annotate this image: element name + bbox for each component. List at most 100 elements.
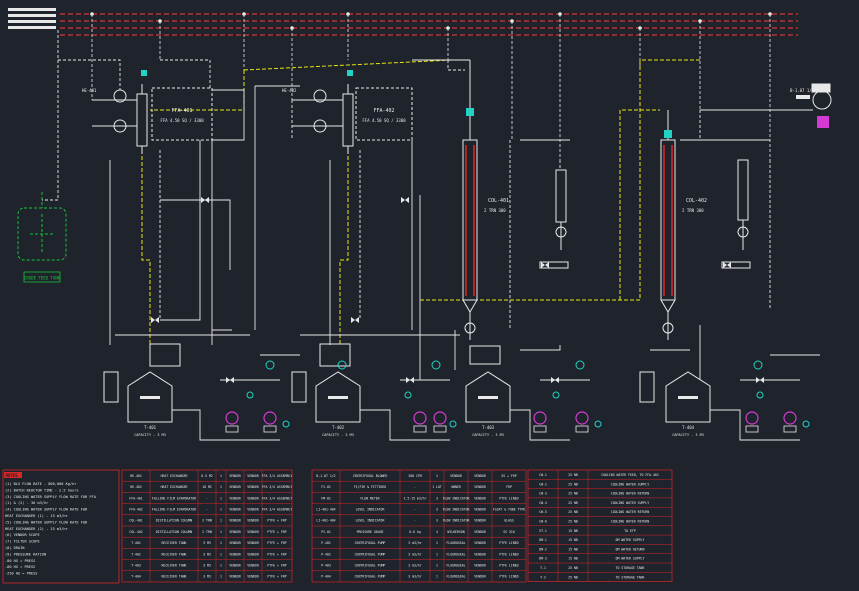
col-402-indicator bbox=[664, 130, 672, 138]
note-line: -250 HG = PRESS bbox=[5, 572, 37, 576]
table-cell: WILKERSON bbox=[447, 530, 464, 534]
ffa-402-indicator bbox=[347, 70, 353, 76]
table-cell: T-401 bbox=[131, 541, 141, 545]
table-cell: RECEIVER TANK bbox=[162, 552, 187, 556]
table-cell: 1 LOT bbox=[432, 485, 442, 489]
table-cell: P-402 bbox=[321, 552, 331, 556]
table-cell: VENDOR bbox=[474, 496, 486, 500]
pump-p-403 bbox=[533, 411, 589, 433]
he-401-label: HE-401 bbox=[82, 88, 97, 93]
table-cell: DM WATER SUPPLY bbox=[616, 538, 645, 542]
table-cell: VENDOR bbox=[474, 541, 486, 545]
table-cell: 3 M3 bbox=[203, 541, 211, 545]
table-cell: 1 bbox=[220, 485, 222, 489]
line-list-table: CW-1 25 NB COOLING WATER FEED, TO FFA-401 C… bbox=[527, 469, 673, 582]
table-cell: COOLING WATER RETURN bbox=[611, 492, 649, 496]
note-line: HEAT EXCHANGER (1) - 15 m3/hr bbox=[5, 514, 69, 518]
table-cell: 10 M2 bbox=[202, 485, 212, 489]
table-cell: 0-6 kg bbox=[409, 530, 421, 534]
table-cell: DISTILLATION COLUMN bbox=[156, 530, 193, 534]
table-cell: VENDOR bbox=[247, 564, 259, 568]
table-cell: 15 NB bbox=[568, 538, 578, 542]
he-402 bbox=[292, 89, 343, 133]
blower-tag: B-1.87 1/2 bbox=[790, 88, 815, 93]
table-cell: VENDOR bbox=[247, 552, 259, 556]
table-cell: CW-3 bbox=[539, 492, 547, 496]
table-cell: CENTRIFUGAL PUMP bbox=[355, 541, 386, 545]
pid-drawing: CRUDE FEED TANK FFA-401 FFA 4.50 SQ / 33… bbox=[2, 8, 832, 584]
col-402 bbox=[660, 110, 676, 340]
tank-t-401-plate bbox=[140, 396, 160, 399]
col-401-sublabel: 2 TRN 300 bbox=[484, 208, 506, 213]
table-cell: PRESSURE GAUGE bbox=[357, 530, 384, 534]
table-cell: FALLING FILM EVAPORATOR bbox=[152, 508, 196, 512]
table-cell: VENDOR bbox=[474, 508, 486, 512]
table-cell: 1 bbox=[436, 552, 438, 556]
table-cell: 3 m3/hr bbox=[408, 564, 422, 568]
table-cell: VENDOR bbox=[229, 552, 241, 556]
table-cell: FLOAT & TUBE TYPE bbox=[493, 508, 526, 512]
table-cell: P-404 bbox=[321, 575, 331, 579]
table-cell: LI-401-404 bbox=[316, 519, 335, 523]
table-cell: 1 bbox=[220, 564, 222, 568]
title-bars bbox=[8, 8, 56, 29]
table-cell: COL-401 bbox=[129, 519, 143, 523]
tank-t-404-label: T-404 bbox=[682, 425, 695, 430]
table-cell: COOLING WATER RETURN bbox=[611, 519, 649, 523]
condenser-2 bbox=[680, 139, 770, 269]
table-cell: 1 bbox=[436, 564, 438, 568]
pump-p-401 bbox=[225, 411, 277, 433]
table-cell: FM-01 bbox=[321, 496, 331, 500]
table-cell: HEAT EXCHANGER bbox=[161, 485, 188, 489]
table-cell: 3 M3 bbox=[203, 564, 211, 568]
tank-t-402-plate bbox=[328, 396, 348, 399]
table-cell: VENDOR bbox=[474, 485, 486, 489]
tank-t-401-sublabel: CAPACITY - 3 M3 bbox=[134, 433, 166, 437]
table-cell: FLOW INDICATOR bbox=[443, 519, 470, 523]
table-cell: - bbox=[414, 508, 416, 512]
table-cell: 2 TRN bbox=[202, 530, 212, 534]
table-cell: 3 m3/hr bbox=[408, 541, 422, 545]
table-cell: COL-402 bbox=[129, 530, 143, 534]
table-cell: PTFE + FRP bbox=[267, 575, 286, 579]
table-cell: FLOW METER bbox=[360, 496, 379, 500]
table-cell: FLOW INDICATOR bbox=[443, 508, 470, 512]
table-cell: VENDOR bbox=[229, 519, 241, 523]
table-cell: 3 bbox=[436, 508, 438, 512]
utility-headers bbox=[60, 13, 798, 36]
notes-lines: (1) BLS FLOW RATE - 800,000 Kg/hr (2) BAT… bbox=[5, 482, 97, 576]
table-cell: CW-4 bbox=[539, 501, 547, 505]
table-cell: 25 NB bbox=[568, 575, 578, 579]
table-cell: FFA 3/4 ASSEMBLY bbox=[262, 474, 293, 478]
table-cell: 1 bbox=[436, 474, 438, 478]
blower-tag-box bbox=[796, 95, 810, 99]
table-cell: VENDOR bbox=[229, 575, 241, 579]
note-line: HEAT EXCHANGER (2) - 15 m3/hr bbox=[5, 527, 69, 531]
table-cell: FALLING FILM EVAPORATOR bbox=[152, 496, 196, 500]
table-cell: 2 TRN bbox=[202, 519, 212, 523]
table-cell: SS 316 bbox=[503, 530, 515, 534]
table-cell: FLUOROSEAL bbox=[446, 552, 465, 556]
table-cell: RECEIVER TANK bbox=[162, 564, 187, 568]
table-cell: 25 NB bbox=[568, 510, 578, 514]
table-cell: 25 NB bbox=[568, 501, 578, 505]
table-cell: 1.5-15 m3/hr bbox=[403, 496, 426, 500]
table-cell: 15 NB bbox=[568, 557, 578, 561]
table-cell: FLUOROSEAL bbox=[446, 541, 465, 545]
table-cell: HEAT EXCHANGER bbox=[161, 474, 188, 478]
table-cell: CENTRIFUGAL BLOWER bbox=[353, 474, 388, 478]
table-cell: DM WATER RETURN bbox=[616, 547, 645, 551]
tank-t-403-label: T-403 bbox=[482, 425, 495, 430]
table-cell: COOLING WATER SUPPLY bbox=[611, 482, 649, 486]
table-cell: 3 bbox=[436, 519, 438, 523]
col-402-sublabel: 2 TRN 300 bbox=[682, 208, 704, 213]
col-402-label: COL-402 bbox=[686, 198, 707, 204]
table-cell: VENDOR bbox=[474, 474, 486, 478]
table-cell: PTFE LINED bbox=[499, 552, 518, 556]
he-401 bbox=[92, 89, 137, 133]
table-cell: VENDOR bbox=[229, 508, 241, 512]
table-cell: TO ETP bbox=[624, 529, 636, 533]
table-cell: RECEIVER TANK bbox=[162, 575, 187, 579]
table-cell: T-404 bbox=[131, 575, 141, 579]
table-cell: 1 bbox=[220, 496, 222, 500]
